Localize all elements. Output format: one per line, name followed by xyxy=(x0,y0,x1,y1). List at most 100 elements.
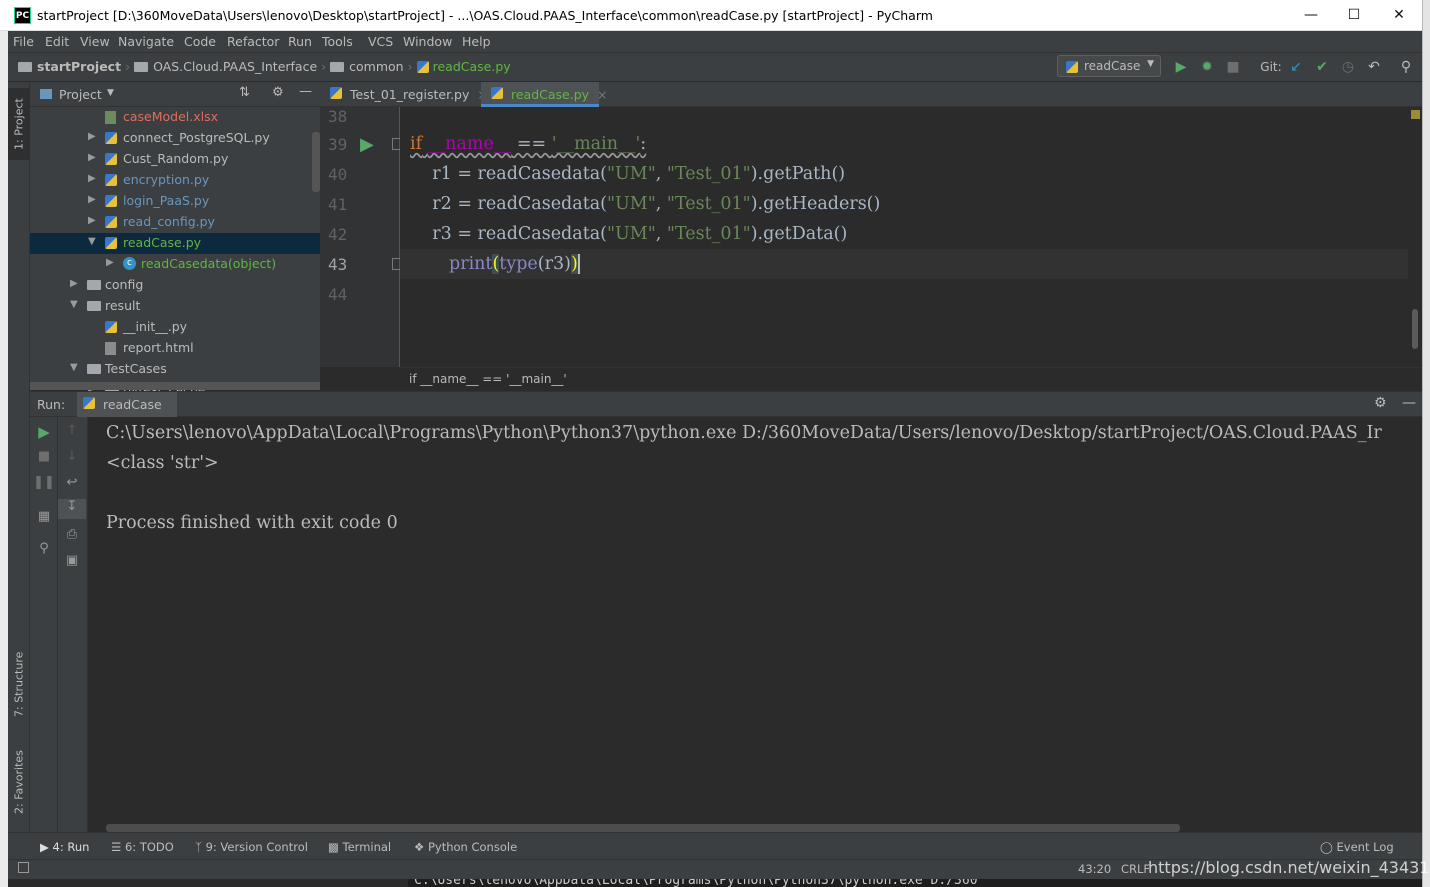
arrow-up-icon[interactable]: ↑ xyxy=(58,423,86,438)
close-button[interactable]: ✕ xyxy=(1384,4,1414,26)
hide-panel-icon[interactable]: — xyxy=(299,84,312,99)
tab-test-01-register[interactable]: Test_01_register.py × xyxy=(320,82,488,107)
python-file-icon xyxy=(105,237,117,249)
menu-code[interactable]: Code xyxy=(184,34,216,49)
toggle-tool-windows-icon[interactable] xyxy=(18,862,29,873)
expand-arrow-right-icon[interactable]: ▶ xyxy=(88,173,96,184)
run-gutter-icon[interactable]: ▶ xyxy=(360,134,374,155)
caret-position[interactable]: 43:20 xyxy=(1078,862,1111,876)
code-editor[interactable]: if __name__ == '__main__': r1 = readCase… xyxy=(400,107,1408,367)
tool-tab-terminal[interactable]: ▩ Terminal xyxy=(328,840,391,854)
pause-icon[interactable]: ❚❚ xyxy=(30,475,58,490)
editor-error-stripe[interactable] xyxy=(1408,107,1422,367)
tool-tab-todo[interactable]: ☰ 6: TODO xyxy=(111,840,174,854)
menu-run[interactable]: Run xyxy=(288,34,312,49)
soft-wrap-icon[interactable]: ↩ xyxy=(58,475,86,490)
console-output[interactable]: C:\Users\lenovo\AppData\Local\Programs\P… xyxy=(88,417,1422,832)
git-commit-icon[interactable]: ✔ xyxy=(1313,58,1331,76)
python-file-icon xyxy=(105,216,117,228)
tree-item[interactable]: ▶ encryption.py xyxy=(30,170,320,191)
python-file-icon xyxy=(491,87,503,99)
tree-item[interactable]: ▼ TestCases xyxy=(30,359,320,380)
search-icon[interactable]: ⚲ xyxy=(1397,58,1415,76)
editor-scrollbar[interactable] xyxy=(1412,309,1418,349)
gear-icon[interactable]: ⚙ xyxy=(1374,395,1387,411)
tool-tab-structure[interactable]: 7: Structure xyxy=(8,642,30,726)
menu-edit[interactable]: Edit xyxy=(45,34,69,49)
debug-icon[interactable]: ✹ xyxy=(1198,58,1216,76)
run-configuration-dropdown[interactable]: readCase ▼ xyxy=(1057,55,1161,77)
tree-item[interactable]: ▶ config xyxy=(30,275,320,296)
console-horizontal-scrollbar[interactable] xyxy=(106,824,1180,832)
hide-panel-icon[interactable]: — xyxy=(1402,395,1416,411)
expand-arrow-down-icon[interactable]: ▼ xyxy=(70,362,78,373)
tree-item[interactable]: ▶ read_config.py xyxy=(30,212,320,233)
console-line: Process finished with exit code 0 xyxy=(106,513,398,533)
tool-tab-favorites[interactable]: 2: Favorites xyxy=(8,742,30,822)
expand-arrow-down-icon[interactable]: ▼ xyxy=(88,236,96,247)
tree-item[interactable]: __init__.py xyxy=(30,317,320,338)
menu-window[interactable]: Window xyxy=(403,34,452,49)
editor-breadcrumb-label[interactable]: if __name__ == '__main__' xyxy=(409,372,567,386)
rerun-icon[interactable]: ▶ xyxy=(30,423,58,441)
scroll-to-end-icon[interactable]: ↧ xyxy=(58,499,86,519)
tree-item[interactable]: ▼ result xyxy=(30,296,320,317)
arrow-down-icon[interactable]: ↓ xyxy=(58,449,86,464)
chevron-down-icon[interactable]: ▼ xyxy=(107,88,114,98)
expand-arrow-down-icon[interactable]: ▼ xyxy=(70,299,78,310)
close-tab-icon[interactable]: × xyxy=(597,87,607,102)
project-icon xyxy=(40,89,52,99)
tool-tab-project[interactable]: 1: Project xyxy=(8,88,30,160)
revert-icon[interactable]: ↶ xyxy=(1365,58,1383,76)
expand-arrow-right-icon[interactable]: ▶ xyxy=(88,152,96,163)
project-view-selector[interactable]: Project xyxy=(59,87,102,102)
tree-item[interactable]: ▶ Cust_Random.py xyxy=(30,149,320,170)
breadcrumb-project[interactable]: startProject xyxy=(37,59,121,74)
vertical-scrollbar[interactable] xyxy=(312,132,320,192)
breadcrumb-folder-1[interactable]: OAS.Cloud.PAAS_Interface xyxy=(153,59,317,74)
horizontal-scrollbar[interactable] xyxy=(30,382,320,390)
gear-icon[interactable]: ⚙ xyxy=(272,85,284,100)
warning-indicator-icon[interactable] xyxy=(1411,110,1420,119)
tree-item[interactable]: ▶ login_PaaS.py xyxy=(30,191,320,212)
collapse-all-icon[interactable]: ⇅ xyxy=(239,85,250,100)
layout-icon[interactable]: ▦ xyxy=(30,509,58,524)
menu-file[interactable]: File xyxy=(13,34,34,49)
git-update-icon[interactable]: ↙ xyxy=(1287,58,1305,76)
tool-tab-run[interactable]: ▶ 4: Run xyxy=(40,840,89,854)
expand-arrow-right-icon[interactable]: ▶ xyxy=(106,257,114,268)
menu-tools[interactable]: Tools xyxy=(322,34,353,49)
pin-icon[interactable]: ⚲ xyxy=(30,541,58,556)
run-tab-readcase[interactable]: readCase × xyxy=(77,392,177,427)
menu-navigate[interactable]: Navigate xyxy=(118,34,174,49)
breadcrumb-folder-2[interactable]: common xyxy=(349,59,403,74)
breadcrumb-file[interactable]: readCase.py xyxy=(433,59,511,74)
tree-item[interactable]: ▶ c readCasedata(object) xyxy=(30,254,320,275)
minimize-button[interactable]: — xyxy=(1296,4,1326,26)
line-separator[interactable]: CRLF xyxy=(1121,862,1150,876)
stop-icon[interactable]: ■ xyxy=(1224,58,1242,76)
maximize-button[interactable]: ☐ xyxy=(1339,4,1369,26)
history-icon[interactable]: ◷ xyxy=(1339,58,1357,76)
tool-tab-version-control[interactable]: ᛉ 9: Version Control xyxy=(195,840,308,854)
tab-readcase[interactable]: readCase.py × xyxy=(481,82,608,107)
menu-refactor[interactable]: Refactor xyxy=(227,34,279,49)
expand-arrow-right-icon[interactable]: ▶ xyxy=(88,131,96,142)
tree-item[interactable]: report.html xyxy=(30,338,320,359)
tree-item[interactable]: ▶ connect_PostgreSQL.py xyxy=(30,128,320,149)
menu-vcs[interactable]: VCS xyxy=(368,34,393,49)
expand-arrow-right-icon[interactable]: ▶ xyxy=(88,194,96,205)
expand-arrow-right-icon[interactable]: ▶ xyxy=(70,278,78,289)
tree-item-label: read_config.py xyxy=(123,214,215,229)
run-icon[interactable]: ▶ xyxy=(1172,58,1190,76)
tool-tab-event-log[interactable]: ◯ Event Log xyxy=(1320,840,1394,854)
menu-help[interactable]: Help xyxy=(462,34,491,49)
tree-item[interactable]: caseModel.xlsx xyxy=(30,107,320,128)
stop-icon[interactable]: ■ xyxy=(30,449,58,464)
menu-view[interactable]: View xyxy=(80,34,110,49)
tree-item[interactable]: ▼ readCase.py xyxy=(30,233,320,254)
print-icon[interactable]: ⎙ xyxy=(58,527,86,542)
tool-tab-python-console[interactable]: ❖ Python Console xyxy=(414,840,517,854)
trash-icon[interactable]: ▣ xyxy=(58,553,86,568)
expand-arrow-right-icon[interactable]: ▶ xyxy=(88,215,96,226)
